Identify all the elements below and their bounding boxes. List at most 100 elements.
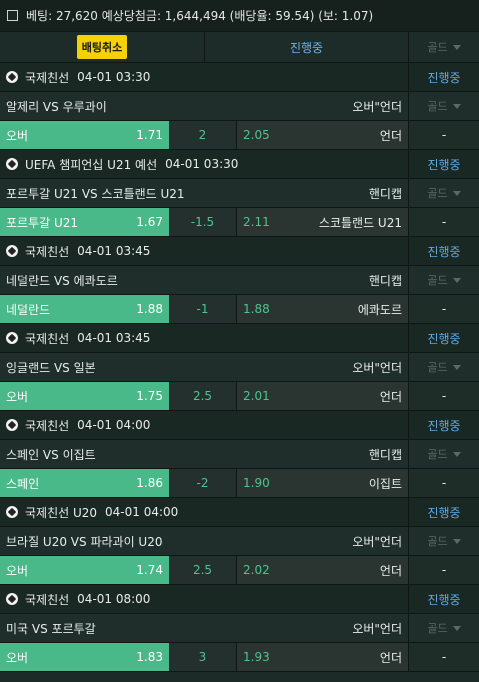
handicap-line: -1 bbox=[169, 295, 237, 323]
gold-dropdown[interactable]: 골드 bbox=[409, 266, 479, 294]
match-header: 네덜란드 VS 에콰도르 핸디캡 골드 bbox=[0, 266, 479, 295]
gold-dropdown[interactable]: 골드 bbox=[409, 32, 479, 62]
match-status: 진행중 bbox=[427, 244, 461, 259]
gold-dropdown[interactable]: 골드 bbox=[409, 92, 479, 120]
home-label: 포르투갈 U21 bbox=[6, 215, 79, 230]
extra-cell: - bbox=[409, 382, 479, 410]
extra-cell: - bbox=[409, 556, 479, 584]
away-odd: 2.05 bbox=[243, 128, 270, 142]
gold-dropdown[interactable]: 골드 bbox=[409, 440, 479, 468]
away-odd: 2.02 bbox=[243, 563, 270, 577]
home-label: 오버 bbox=[6, 650, 29, 665]
caret-down-icon bbox=[452, 44, 461, 50]
match-title: 포르투갈 U21 VS 스코틀랜드 U21 bbox=[6, 186, 185, 201]
odds-row: 스페인 1.86 -2 1.90 이집트 - bbox=[0, 469, 479, 498]
away-odd: 2.01 bbox=[243, 389, 270, 403]
caret-down-icon bbox=[452, 103, 461, 109]
home-label: 오버 bbox=[6, 128, 29, 143]
league-header: 국제친선 04-01 08:00 진행중 bbox=[0, 585, 479, 614]
gold-dropdown[interactable]: 골드 bbox=[409, 353, 479, 381]
match-header: 미국 VS 포르투갈 오버"언더 골드 bbox=[0, 614, 479, 643]
away-odds-button[interactable]: 1.93 언더 bbox=[237, 643, 409, 671]
soccer-ball-icon bbox=[6, 245, 18, 257]
select-all-checkbox[interactable] bbox=[7, 10, 18, 21]
handicap-line: 2 bbox=[169, 121, 237, 149]
league-header: 국제친선 04-01 03:30 진행중 bbox=[0, 63, 479, 92]
cancel-bet-button[interactable]: 배팅취소 bbox=[76, 35, 128, 59]
match-status: 진행중 bbox=[427, 505, 461, 520]
caret-down-icon bbox=[452, 625, 461, 631]
match-status: 진행중 bbox=[427, 331, 461, 346]
home-odds-button[interactable]: 포르투갈 U21 1.67 bbox=[0, 208, 169, 236]
home-odd: 1.83 bbox=[136, 650, 163, 664]
away-odd: 1.93 bbox=[243, 650, 270, 664]
match-title: 네덜란드 VS 에콰도르 bbox=[6, 273, 118, 288]
away-odds-button[interactable]: 1.90 이집트 bbox=[237, 469, 409, 497]
match-header: 브라질 U20 VS 파라과이 U20 오버"언더 골드 bbox=[0, 527, 479, 556]
league-name: 국제친선 bbox=[25, 70, 70, 85]
match-status: 진행중 bbox=[427, 418, 461, 433]
market-type: 오버"언더 bbox=[352, 99, 402, 114]
extra-cell: - bbox=[409, 208, 479, 236]
match-title: 알제리 VS 우루과이 bbox=[6, 99, 107, 114]
match-time: 04-01 03:30 bbox=[165, 157, 239, 171]
league-header: 국제친선 04-01 03:45 진행중 bbox=[0, 237, 479, 266]
match-status: 진행중 bbox=[427, 592, 461, 607]
soccer-ball-icon bbox=[6, 419, 18, 431]
home-odds-button[interactable]: 스페인 1.86 bbox=[0, 469, 169, 497]
handicap-line: -1.5 bbox=[169, 208, 237, 236]
league-header: 국제친선 U20 04-01 04:00 진행중 bbox=[0, 498, 479, 527]
odds-row: 오버 1.74 2.5 2.02 언더 - bbox=[0, 556, 479, 585]
away-odds-button[interactable]: 1.88 에콰도르 bbox=[237, 295, 409, 323]
away-odds-button[interactable]: 2.05 언더 bbox=[237, 121, 409, 149]
soccer-ball-icon bbox=[6, 506, 18, 518]
league-header: 국제친선 04-01 03:45 진행중 bbox=[0, 324, 479, 353]
progress-status: 진행중 bbox=[205, 32, 409, 62]
extra-cell: - bbox=[409, 643, 479, 671]
league-name: UEFA 챔피언십 U21 예선 bbox=[25, 157, 158, 172]
match-title: 미국 VS 포르투갈 bbox=[6, 621, 96, 636]
home-odds-button[interactable]: 오버 1.75 bbox=[0, 382, 169, 410]
away-odds-button[interactable]: 2.02 언더 bbox=[237, 556, 409, 584]
away-label: 언더 bbox=[379, 128, 402, 143]
home-odds-button[interactable]: 오버 1.83 bbox=[0, 643, 169, 671]
home-odd: 1.71 bbox=[136, 128, 163, 142]
market-type: 오버"언더 bbox=[352, 621, 402, 636]
gold-dropdown[interactable]: 골드 bbox=[409, 614, 479, 642]
gold-dropdown[interactable]: 골드 bbox=[409, 527, 479, 555]
match-time: 04-01 04:00 bbox=[77, 418, 151, 432]
home-odds-button[interactable]: 오버 1.71 bbox=[0, 121, 169, 149]
market-type: 핸디캡 bbox=[368, 186, 402, 201]
extra-cell: - bbox=[409, 295, 479, 323]
match-title: 브라질 U20 VS 파라과이 U20 bbox=[6, 534, 163, 549]
home-odd: 1.88 bbox=[136, 302, 163, 316]
market-type: 핸디캡 bbox=[368, 273, 402, 288]
away-label: 언더 bbox=[379, 650, 402, 665]
league-name: 국제친선 bbox=[25, 331, 70, 346]
market-type: 핸디캡 bbox=[368, 447, 402, 462]
match-title: 잉글랜드 VS 일본 bbox=[6, 360, 96, 375]
away-label: 이집트 bbox=[368, 476, 402, 491]
home-label: 네덜란드 bbox=[6, 302, 51, 317]
home-odd: 1.74 bbox=[136, 563, 163, 577]
home-label: 스페인 bbox=[6, 476, 40, 491]
caret-down-icon bbox=[452, 451, 461, 457]
game-list: 국제친선 04-01 03:30 진행중 알제리 VS 우루과이 오버"언더 골… bbox=[0, 63, 479, 672]
home-odds-button[interactable]: 오버 1.74 bbox=[0, 556, 169, 584]
handicap-line: -2 bbox=[169, 469, 237, 497]
match-title: 스페인 VS 이집트 bbox=[6, 447, 96, 462]
gold-dropdown[interactable]: 골드 bbox=[409, 179, 479, 207]
league-name: 국제친선 bbox=[25, 592, 70, 607]
home-odd: 1.86 bbox=[136, 476, 163, 490]
odds-row: 오버 1.75 2.5 2.01 언더 - bbox=[0, 382, 479, 411]
match-time: 04-01 03:45 bbox=[77, 331, 151, 345]
away-label: 에콰도르 bbox=[357, 302, 402, 317]
action-row: 배팅취소 진행중 골드 bbox=[0, 32, 479, 63]
handicap-line: 2.5 bbox=[169, 382, 237, 410]
handicap-line: 3 bbox=[169, 643, 237, 671]
extra-cell: - bbox=[409, 121, 479, 149]
soccer-ball-icon bbox=[6, 593, 18, 605]
home-odds-button[interactable]: 네덜란드 1.88 bbox=[0, 295, 169, 323]
away-odds-button[interactable]: 2.01 언더 bbox=[237, 382, 409, 410]
away-odds-button[interactable]: 2.11 스코틀랜드 U21 bbox=[237, 208, 409, 236]
